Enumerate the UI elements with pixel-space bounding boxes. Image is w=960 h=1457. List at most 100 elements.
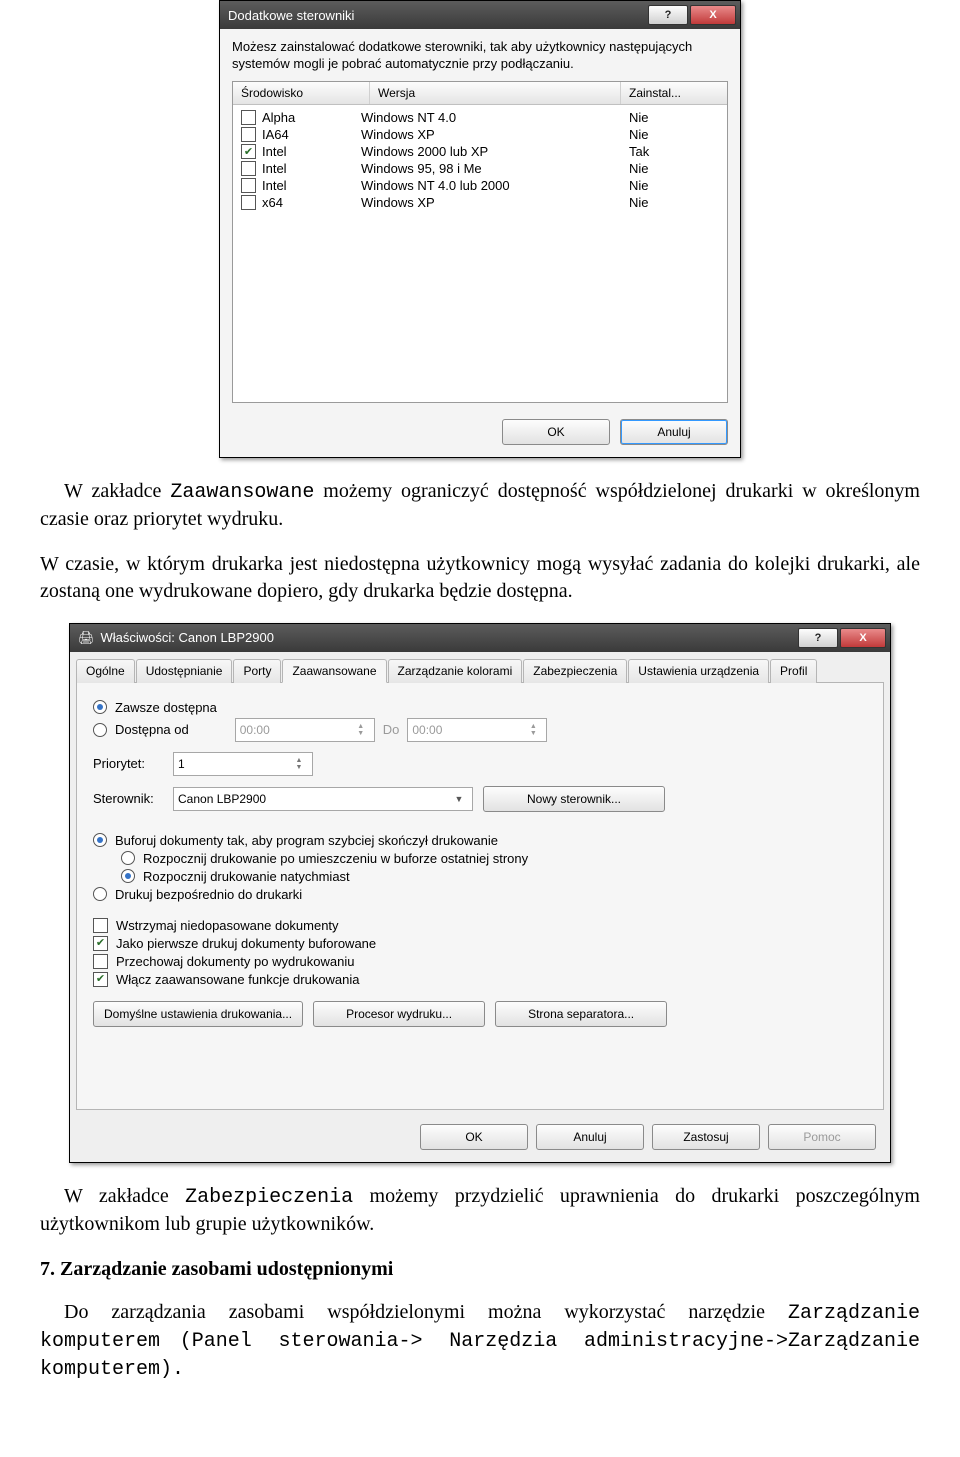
driver-row: Sterownik: Canon LBP2900 ▼ Nowy sterowni…: [93, 786, 867, 812]
cancel-button[interactable]: Anuluj: [536, 1124, 644, 1150]
tab-zaawansowane[interactable]: Zaawansowane: [282, 659, 386, 683]
check-print-spooled-first[interactable]: Jako pierwsze drukuj dokumenty buforowan…: [93, 936, 867, 951]
header-installed[interactable]: Zainstal...: [621, 82, 727, 104]
radio-label: Rozpocznij drukowanie natychmiast: [143, 869, 350, 884]
time-from-spinner[interactable]: 00:00 ▲▼: [235, 718, 375, 742]
close-button[interactable]: X: [690, 5, 736, 25]
radio-start-immediate[interactable]: Rozpocznij drukowanie natychmiast: [121, 869, 867, 884]
cell-version: Windows 95, 98 i Me: [361, 161, 629, 176]
cell-installed: Nie: [629, 195, 719, 210]
list-rows: AlphaWindows NT 4.0NieIA64Windows XPNie✔…: [233, 105, 727, 215]
table-row[interactable]: IntelWindows NT 4.0 lub 2000Nie: [233, 177, 727, 194]
paragraph-section7: Do zarządzania zasobami współdzielonymi …: [40, 1299, 920, 1383]
checkbox-icon: [93, 954, 108, 969]
cell-version: Windows XP: [361, 195, 629, 210]
checkbox-icon[interactable]: [241, 110, 256, 125]
cell-installed: Nie: [629, 161, 719, 176]
titlebar[interactable]: Dodatkowe sterowniki ? X: [220, 1, 740, 29]
dialog-footer: OK Anuluj Zastosuj Pomoc: [70, 1116, 890, 1162]
additional-drivers-dialog: Dodatkowe sterowniki ? X Możesz zainstal…: [219, 0, 741, 458]
help-button[interactable]: ?: [648, 5, 688, 25]
header-env[interactable]: Środowisko: [233, 82, 370, 104]
tab-ogólne[interactable]: Ogólne: [76, 659, 135, 683]
help-button[interactable]: ?: [798, 628, 838, 648]
check-keep-printed[interactable]: Przechowaj dokumenty po wydrukowaniu: [93, 954, 867, 969]
to-label: Do: [383, 722, 400, 737]
checkbox-icon[interactable]: [241, 161, 256, 176]
dialog-body: Możesz zainstalować dodatkowe sterowniki…: [220, 29, 740, 409]
separator-page-button[interactable]: Strona separatora...: [495, 1001, 667, 1027]
radio-label: Rozpocznij drukowanie po umieszczeniu w …: [143, 851, 528, 866]
checkbox-icon: [93, 972, 108, 987]
radio-label: Dostępna od: [115, 722, 189, 737]
paragraph-unavailable: W czasie, w którym drukarka jest niedost…: [40, 551, 920, 605]
check-label: Przechowaj dokumenty po wydrukowaniu: [116, 954, 354, 969]
checkbox-icon: [93, 918, 108, 933]
cell-version: Windows 2000 lub XP: [361, 144, 629, 159]
radio-label: Zawsze dostępna: [115, 700, 217, 715]
cell-env: Alpha: [262, 110, 295, 125]
tab-porty[interactable]: Porty: [233, 659, 281, 683]
print-processor-button[interactable]: Procesor wydruku...: [313, 1001, 485, 1027]
tab-zarządzanie-kolorami[interactable]: Zarządzanie kolorami: [388, 659, 523, 683]
dialog-description: Możesz zainstalować dodatkowe sterowniki…: [232, 39, 728, 73]
priority-spinner[interactable]: 1 ▲▼: [173, 752, 313, 776]
cell-version: Windows NT 4.0: [361, 110, 629, 125]
driver-listbox[interactable]: Środowisko Wersja Zainstal... Alpha Windo…: [232, 81, 728, 403]
tab-ustawienia-urządzenia[interactable]: Ustawienia urządzenia: [628, 659, 769, 683]
printing-defaults-button[interactable]: Domyślne ustawienia drukowania...: [93, 1001, 303, 1027]
cell-env: Intel: [262, 178, 287, 193]
cell-installed: Tak: [629, 144, 719, 159]
radio-icon: [93, 700, 107, 714]
cancel-button[interactable]: Anuluj: [620, 419, 728, 445]
time-to-spinner[interactable]: 00:00 ▲▼: [407, 718, 547, 742]
radio-icon: [93, 833, 107, 847]
cell-version: Windows XP: [361, 127, 629, 142]
tab-udostępnianie[interactable]: Udostępnianie: [136, 659, 233, 683]
check-advanced-features[interactable]: Włącz zaawansowane funkcje drukowania: [93, 972, 867, 987]
radio-icon: [121, 851, 135, 865]
radio-available-from[interactable]: Dostępna od 00:00 ▲▼ Do 00:00 ▲▼: [93, 718, 867, 742]
checkbox-icon: [93, 936, 108, 951]
checkbox-icon[interactable]: [241, 178, 256, 193]
paragraph-security-tab: W zakładce Zabezpieczenia możemy przydzi…: [40, 1183, 920, 1238]
new-driver-button[interactable]: Nowy sterownik...: [483, 786, 665, 812]
cell-env: Intel: [262, 161, 287, 176]
check-label: Wstrzymaj niedopasowane dokumenty: [116, 918, 339, 933]
table-row[interactable]: x64Windows XPNie: [233, 194, 727, 211]
ok-button[interactable]: OK: [420, 1124, 528, 1150]
cell-installed: Nie: [629, 178, 719, 193]
check-hold-mismatched[interactable]: Wstrzymaj niedopasowane dokumenty: [93, 918, 867, 933]
cell-env: Intel: [262, 144, 287, 159]
checkbox-icon[interactable]: [241, 127, 256, 142]
checkbox-icon[interactable]: [241, 195, 256, 210]
radio-spool-docs[interactable]: Buforuj dokumenty tak, aby program szybc…: [93, 833, 867, 848]
radio-always-available[interactable]: Zawsze dostępna: [93, 700, 867, 715]
radio-label: Drukuj bezpośrednio do drukarki: [115, 887, 302, 902]
help-button[interactable]: Pomoc: [768, 1124, 876, 1150]
apply-button[interactable]: Zastosuj: [652, 1124, 760, 1150]
checkbox-icon[interactable]: ✔: [241, 144, 256, 159]
close-button[interactable]: X: [840, 628, 886, 648]
radio-print-direct[interactable]: Drukuj bezpośrednio do drukarki: [93, 887, 867, 902]
driver-combo[interactable]: Canon LBP2900 ▼: [173, 787, 473, 811]
cell-installed: Nie: [629, 127, 719, 142]
cell-env: IA64: [262, 127, 289, 142]
table-row[interactable]: IA64 Windows XPNie: [233, 126, 727, 143]
table-row[interactable]: AlphaWindows NT 4.0Nie: [233, 109, 727, 126]
paragraph-advanced-tab: W zakładce Zaawansowane możemy ograniczy…: [40, 478, 920, 533]
check-label: Jako pierwsze drukuj dokumenty buforowan…: [116, 936, 376, 951]
table-row[interactable]: Intel Windows 95, 98 i MeNie: [233, 160, 727, 177]
driver-label: Sterownik:: [93, 791, 163, 806]
ok-button[interactable]: OK: [502, 419, 610, 445]
priority-label: Priorytet:: [93, 756, 163, 771]
tab-profil[interactable]: Profil: [770, 659, 817, 683]
titlebar[interactable]: 🖨 Właściwości: Canon LBP2900 ? X: [70, 624, 890, 652]
section-heading-7: 7. Zarządzanie zasobami udostępnionymi: [40, 1258, 920, 1281]
header-version[interactable]: Wersja: [370, 82, 621, 104]
printer-properties-dialog: 🖨 Właściwości: Canon LBP2900 ? X OgólneU…: [69, 623, 891, 1163]
table-row[interactable]: ✔ Intel Windows 2000 lub XPTak: [233, 143, 727, 160]
settings-button-row: Domyślne ustawienia drukowania... Proces…: [93, 1001, 867, 1027]
radio-start-after-last[interactable]: Rozpocznij drukowanie po umieszczeniu w …: [121, 851, 867, 866]
tab-zabezpieczenia[interactable]: Zabezpieczenia: [523, 659, 627, 683]
